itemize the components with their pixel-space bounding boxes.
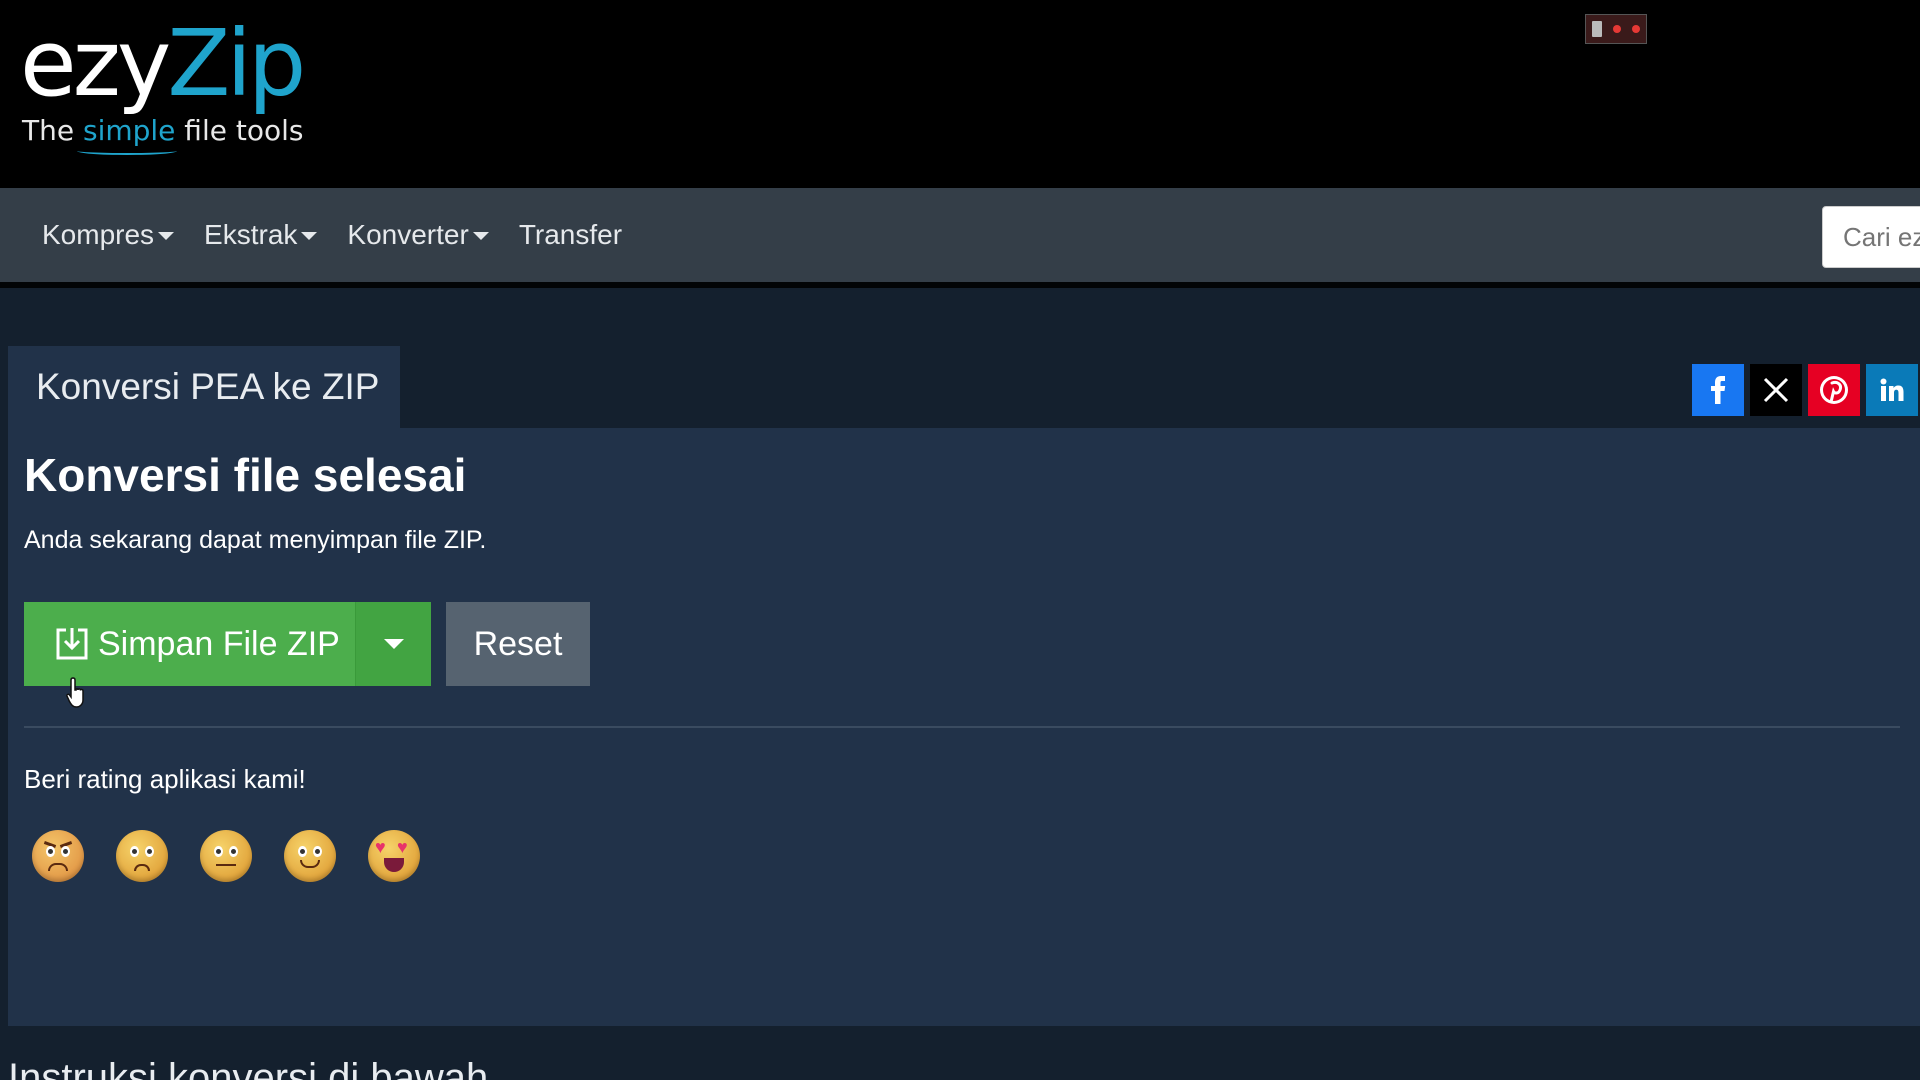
nav-item-label: Ekstrak: [204, 219, 298, 250]
caret-down-icon: [158, 232, 175, 240]
tagline-highlight: simple: [82, 114, 176, 147]
save-button-label: Simpan File ZIP: [98, 624, 340, 663]
site-header: ezy Zip The simple file tools: [0, 0, 1920, 188]
result-heading: Konversi file selesai: [24, 449, 467, 501]
neutral-face-icon[interactable]: [200, 830, 252, 882]
facebook-icon: [1711, 376, 1726, 404]
sad-face-icon[interactable]: [116, 830, 168, 882]
save-zip-button[interactable]: Simpan File ZIP: [24, 602, 355, 686]
main-navbar: Kompres Ekstrak Konverter Transfer: [0, 188, 1920, 288]
linkedin-share-button[interactable]: [1866, 364, 1918, 416]
hand-pointer-cursor-icon: [66, 677, 84, 708]
section-divider: [24, 726, 1900, 728]
search-input[interactable]: [1822, 206, 1920, 268]
angry-face-icon[interactable]: [32, 830, 84, 882]
heart-eyes-face-icon[interactable]: ♥ ♥: [368, 830, 420, 882]
nav-item-label: Transfer: [518, 219, 623, 250]
download-icon: [56, 628, 88, 660]
page-title-tab: Konversi PEA ke ZIP: [8, 346, 400, 428]
nav-item-konverter[interactable]: Konverter: [347, 219, 489, 251]
instructions-heading: Instruksi konversi di bawah: [8, 1056, 489, 1080]
caret-down-icon: [472, 232, 489, 240]
logo-tagline: The simple file tools: [22, 114, 303, 147]
result-message: Anda sekarang dapat menyimpan file ZIP.: [24, 526, 487, 554]
rating-label: Beri rating aplikasi kami!: [24, 764, 306, 794]
caret-down-icon: [301, 232, 318, 240]
logo-text-ezy: ezy: [20, 10, 171, 117]
facebook-share-button[interactable]: [1692, 364, 1744, 416]
x-icon: [1763, 377, 1789, 403]
logo-text-zip: Zip: [167, 10, 306, 117]
caret-down-icon: [383, 639, 404, 649]
nav-item-label: Kompres: [42, 219, 155, 250]
nav-item-transfer[interactable]: Transfer: [519, 219, 622, 251]
save-button-group: Simpan File ZIP: [24, 602, 431, 686]
tagline-end: file tools: [175, 114, 304, 147]
save-options-dropdown-toggle[interactable]: [355, 602, 431, 686]
x-share-button[interactable]: [1750, 364, 1802, 416]
ad-thumbnail[interactable]: [1585, 14, 1647, 44]
smile-face-icon[interactable]: [284, 830, 336, 882]
nav-item-ekstrak[interactable]: Ekstrak: [204, 219, 318, 251]
reset-button[interactable]: Reset: [446, 602, 590, 686]
linkedin-icon: [1880, 378, 1904, 401]
share-buttons: [1692, 364, 1918, 416]
nav-menu: Kompres Ekstrak Konverter Transfer: [42, 188, 622, 282]
tagline-start: The: [22, 114, 83, 147]
pinterest-share-button[interactable]: [1808, 364, 1860, 416]
pinterest-icon: [1820, 376, 1848, 404]
ezyzip-logo[interactable]: ezy Zip The simple file tools: [20, 10, 306, 148]
nav-item-kompres[interactable]: Kompres: [42, 219, 175, 251]
nav-item-label: Konverter: [347, 219, 469, 250]
rating-options: ♥ ♥: [32, 830, 420, 882]
